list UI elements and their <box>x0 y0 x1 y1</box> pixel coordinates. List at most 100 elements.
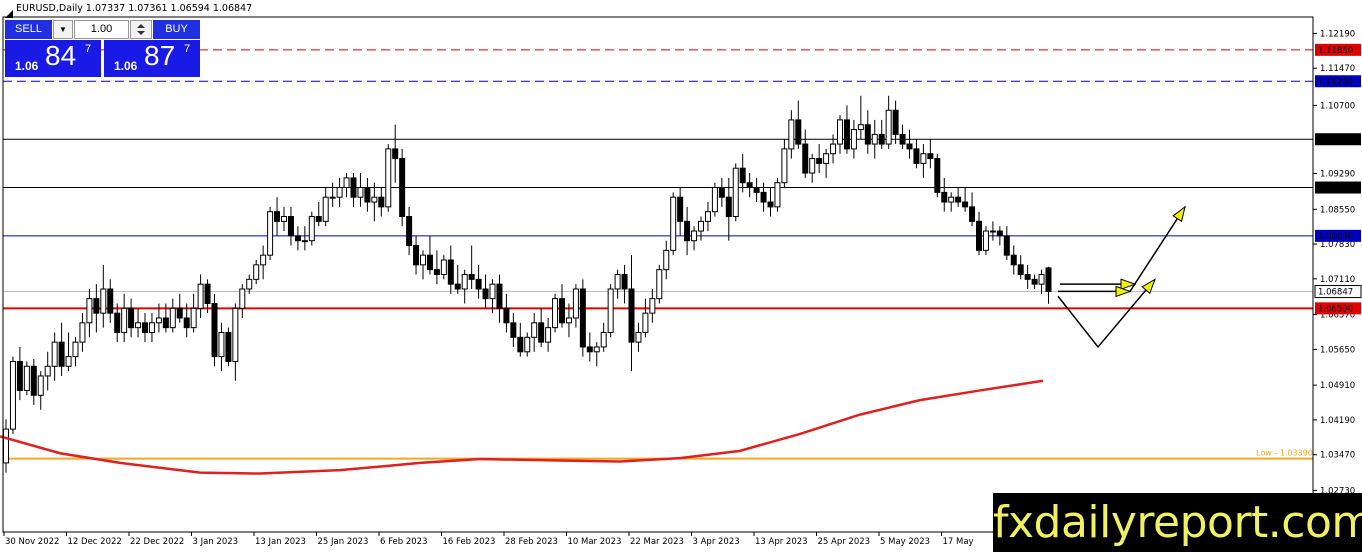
candle-body <box>489 283 496 300</box>
candle-body <box>1010 254 1017 266</box>
buy-button[interactable]: BUY <box>153 20 200 39</box>
price-tick-label: 1.09290 <box>1320 170 1355 180</box>
price-tick-label: 1.08550 <box>1320 205 1355 215</box>
candle-body <box>294 235 301 242</box>
candles-layer <box>3 95 1052 473</box>
price-chart: 1.121901.114701.107001.092901.085501.078… <box>0 16 1362 547</box>
candle-body <box>100 288 107 314</box>
candle-body <box>197 283 204 309</box>
price-tick-label: 1.10700 <box>1320 101 1355 111</box>
time-tick-label: 13 Jan 2023 <box>255 537 306 547</box>
candle-body <box>795 119 802 145</box>
candle-body <box>322 196 329 222</box>
candle-body <box>51 341 58 367</box>
candle-body <box>58 341 65 367</box>
candle-body <box>121 307 128 333</box>
level-price-label: 1.09000 <box>1318 184 1353 194</box>
candle-body <box>232 307 239 362</box>
buy-quote[interactable]: 1.06 87 7 <box>104 40 200 77</box>
candle-body <box>274 211 281 222</box>
time-tick-label: 17 May <box>943 537 974 547</box>
candle-body <box>656 269 663 300</box>
candle-body <box>65 356 72 367</box>
projection-arrows-layer <box>1057 205 1186 349</box>
candle-body <box>635 331 642 343</box>
candle-body <box>732 167 739 218</box>
candle-body <box>941 191 948 203</box>
candle-body <box>739 167 746 184</box>
buy-quote-fraction: 7 <box>184 43 191 55</box>
candle-body <box>79 322 86 343</box>
candle-body <box>176 307 183 319</box>
candle-body <box>711 187 718 213</box>
candle-body <box>545 327 552 343</box>
level-price-label: 1.08000 <box>1318 232 1353 242</box>
candle-body <box>371 196 378 203</box>
candle-body <box>753 187 760 193</box>
candle-body <box>830 143 837 155</box>
candle-body <box>976 220 982 251</box>
time-tick-label: 28 Feb 2023 <box>505 537 558 547</box>
candle-body <box>148 322 155 333</box>
watermark-logo: fxdailyreport.com <box>993 493 1362 552</box>
candle-body <box>559 298 565 324</box>
candle-body <box>1031 278 1038 285</box>
candle-body <box>927 153 934 160</box>
candle-body <box>843 119 850 150</box>
candle-body <box>746 182 753 189</box>
candle-body <box>406 216 413 247</box>
candle-body <box>447 259 454 285</box>
time-tick-label: 12 Dec 2022 <box>68 537 122 547</box>
candle-body <box>169 307 176 329</box>
candle-body <box>183 317 190 329</box>
candle-body <box>468 274 475 280</box>
time-tick-label: 25 Apr 2023 <box>818 537 871 547</box>
candle-body <box>517 336 524 353</box>
lot-stepper[interactable] <box>130 20 152 39</box>
candle-body <box>698 220 704 232</box>
candle-body <box>44 365 51 377</box>
candle-body <box>1017 264 1024 275</box>
candle-body <box>3 428 9 464</box>
candle-body <box>461 274 468 290</box>
candle-body <box>774 182 781 208</box>
levels-layer: 1.118501.112001.100001.090001.080001.068… <box>3 43 1362 460</box>
time-tick-label: 22 Dec 2022 <box>130 537 184 547</box>
candle-body <box>670 196 677 251</box>
buy-quote-prefix: 1.06 <box>114 59 138 73</box>
candle-body <box>142 322 148 333</box>
projection-arrow <box>1129 206 1186 292</box>
price-axis: 1.121901.114701.107001.092901.085501.078… <box>1313 29 1355 496</box>
chart-menu-icon[interactable] <box>5 5 13 18</box>
candle-body <box>510 322 517 338</box>
candle-body <box>503 307 510 324</box>
candle-body <box>350 177 357 198</box>
price-tick-label: 1.03470 <box>1320 451 1355 461</box>
candle-body <box>440 259 447 275</box>
price-tick-label: 1.07110 <box>1320 275 1355 285</box>
candle-body <box>871 133 878 145</box>
candle-body <box>37 375 44 396</box>
candle-body <box>955 196 962 203</box>
projection-arrow <box>1057 278 1156 349</box>
sell-button[interactable]: SELL <box>5 20 52 39</box>
sell-quote-prefix: 1.06 <box>15 59 39 73</box>
moving-average-layer <box>0 379 1044 475</box>
candle-body <box>308 216 315 242</box>
candle-body <box>260 254 267 266</box>
candle-body <box>850 129 857 150</box>
candle-body <box>253 264 260 280</box>
moving-average-line <box>0 379 1044 475</box>
candle-body <box>246 278 253 290</box>
lot-dropdown-icon[interactable]: ▼ <box>53 20 73 39</box>
candle-body <box>565 317 572 324</box>
time-tick-label: 13 Apr 2023 <box>755 537 808 547</box>
candle-body <box>392 148 399 160</box>
candle-body <box>287 216 294 237</box>
lot-size-input[interactable]: 1.00 <box>74 20 129 39</box>
sell-quote[interactable]: 1.06 84 7 <box>5 40 101 77</box>
sell-quote-fraction: 7 <box>85 43 92 55</box>
candle-body <box>267 211 274 256</box>
candle-body <box>211 302 218 358</box>
candle-body <box>837 119 843 145</box>
